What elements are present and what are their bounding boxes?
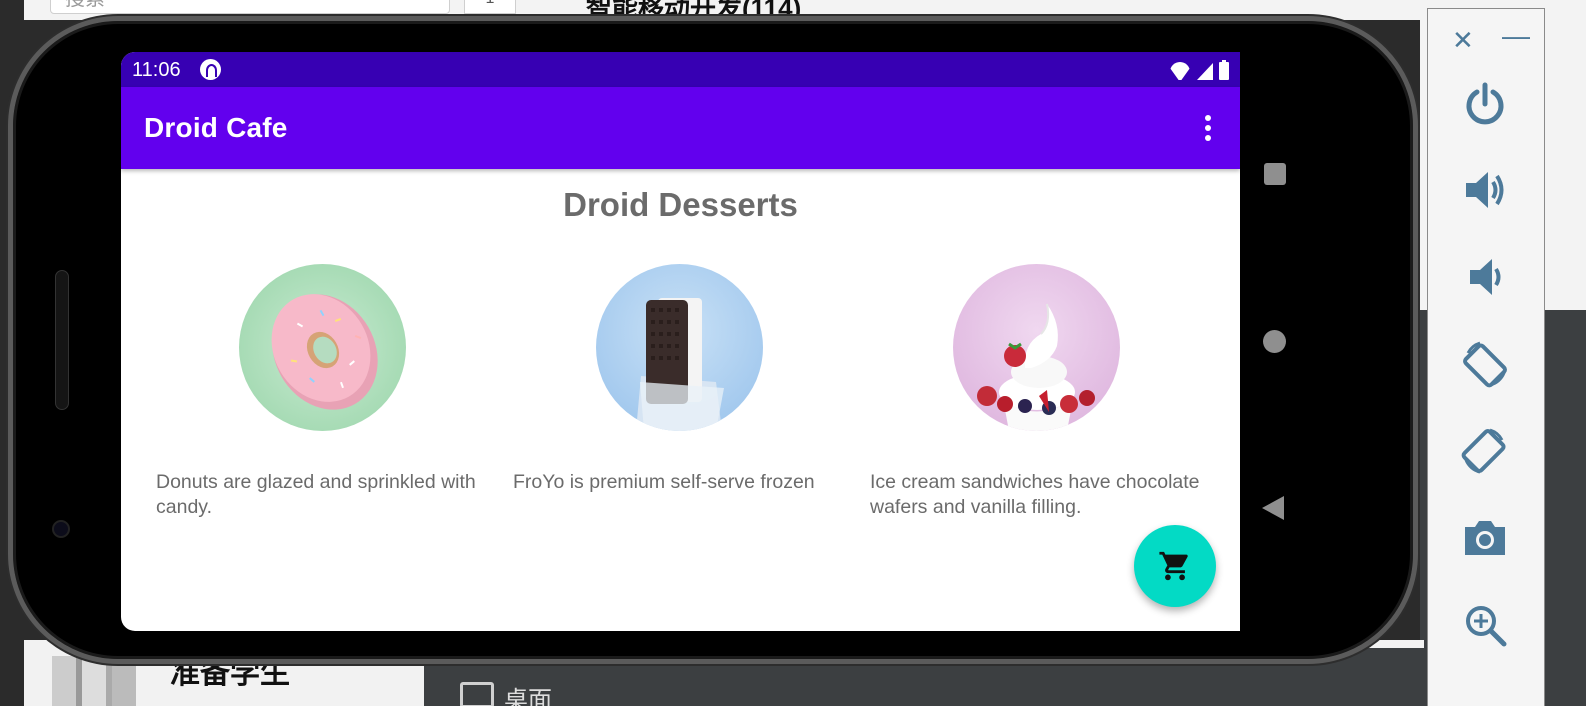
emulator-toolbar: ✕ — <box>1427 8 1545 706</box>
phone-speaker <box>55 270 69 410</box>
background-desktop-label: 桌面 <box>504 687 552 706</box>
nav-back-button[interactable] <box>1262 496 1284 520</box>
ice-cream-sandwich-image[interactable] <box>596 264 763 431</box>
signal-icon <box>1197 63 1213 80</box>
app-title: Droid Cafe <box>144 112 288 143</box>
phone-screen: 11:06 Droid Cafe Droid Desserts Donuts a… <box>121 52 1240 631</box>
volume-up-icon[interactable] <box>1460 165 1510 215</box>
volume-down-icon[interactable] <box>1460 252 1510 302</box>
minimize-icon[interactable]: — <box>1502 22 1530 50</box>
background-search-placeholder: 搜索 <box>65 0 105 10</box>
app-bar: Droid Cafe <box>121 87 1240 169</box>
page-title: Droid Desserts <box>563 186 798 223</box>
overflow-dot <box>1205 135 1211 141</box>
overflow-dot <box>1205 125 1211 131</box>
status-time: 11:06 <box>132 59 181 81</box>
froyo-icon <box>977 303 1095 431</box>
camera-icon[interactable] <box>1460 513 1510 563</box>
phone-camera-icon <box>52 520 70 538</box>
overflow-dot <box>1205 115 1211 121</box>
froyo-image[interactable] <box>953 264 1120 431</box>
power-icon[interactable] <box>1460 79 1510 129</box>
background-input-box[interactable]: 1 <box>464 0 516 14</box>
cart-fab-button[interactable] <box>1134 525 1216 607</box>
close-icon[interactable]: ✕ <box>1452 27 1474 53</box>
rotate-right-icon[interactable] <box>1460 426 1510 476</box>
ice-cream-sandwich-icon <box>636 298 724 431</box>
status-icons <box>1169 59 1229 80</box>
donut-image[interactable] <box>239 264 406 431</box>
notification-app-icon <box>200 59 221 80</box>
wifi-icon <box>1169 62 1191 80</box>
more-vert-icon[interactable] <box>1196 113 1220 143</box>
zoom-icon[interactable] <box>1460 600 1510 650</box>
donut-icon <box>271 294 378 410</box>
desktop-stage: 搜索 1 智能移动开发(114) 准备学生 桌面 11:06 Droid Caf… <box>0 0 1586 706</box>
desktop-monitor-icon <box>460 682 494 706</box>
background-search-input[interactable]: 搜索 <box>50 0 450 14</box>
shopping-cart-icon <box>1159 551 1188 581</box>
status-bar: 11:06 <box>121 52 1240 87</box>
battery-icon <box>1219 60 1229 80</box>
nav-home-button[interactable] <box>1263 330 1286 353</box>
donut-description: Donuts are glazed and sprinkled with can… <box>156 471 476 518</box>
nav-recents-button[interactable] <box>1264 163 1286 185</box>
ice-cream-sandwich-description: Ice cream sandwiches have chocolate wafe… <box>870 471 1200 518</box>
froyo-description: FroYo is premium self-serve frozen <box>513 471 815 493</box>
rotate-left-icon[interactable] <box>1460 339 1510 389</box>
